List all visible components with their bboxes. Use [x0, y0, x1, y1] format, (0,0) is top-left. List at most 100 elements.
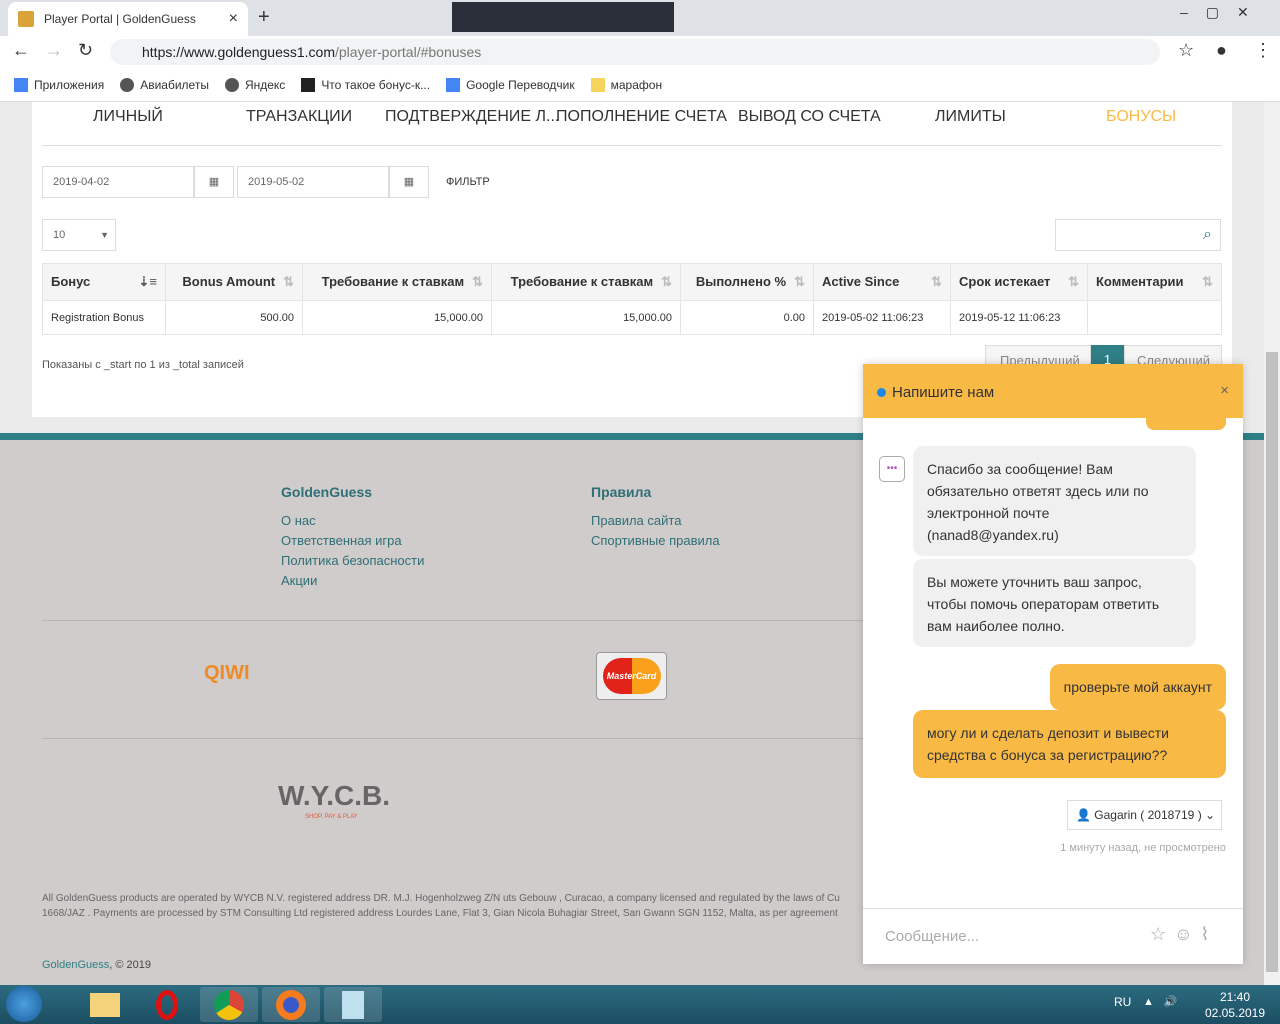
start-button[interactable] [6, 986, 42, 1022]
new-tab-button[interactable]: + [258, 6, 270, 29]
wycb-logo: W.Y.C.B. [278, 780, 391, 811]
table-header-row: Бонус ⇣≡ Bonus Amount ⇅ Требование к ставк… [42, 263, 1222, 301]
search-input[interactable]: ⌕ [1055, 219, 1221, 251]
bookmark-label: Авиабилеты [140, 77, 209, 92]
tab-deposit[interactable]: ПОПОЛНЕНИЕ СЧЕТА [556, 108, 727, 146]
legal-text: All GoldenGuess products are operated by… [42, 893, 840, 919]
chat-message: могу ли и сделать депозит и вывести сред… [913, 710, 1226, 778]
profile-icon[interactable]: ● [1216, 40, 1227, 61]
column-header[interactable]: Требование к ставкам ⇅ [491, 263, 681, 301]
other-window-tab[interactable] [452, 2, 674, 32]
tab-bonuses[interactable]: БОНУСЫ [1106, 108, 1176, 146]
chat-widget: Напишите нам × ••• Спасибо за сообщение! … [863, 364, 1243, 964]
cell-active-since: 2019-05-02 11:06:23 [813, 300, 951, 335]
chrome-icon[interactable] [200, 987, 258, 1022]
bookmark-label: марафон [610, 77, 663, 92]
bonus-table: Бонус ⇣≡ Bonus Amount ⇅ Требование к ставк… [42, 263, 1222, 335]
reload-icon[interactable]: ↻ [78, 40, 93, 61]
menu-icon[interactable]: ⋮ [1254, 40, 1272, 61]
footer-link[interactable]: Спортивные правила [591, 531, 720, 551]
cell-bonus: Registration Bonus [42, 300, 166, 335]
notepad-icon[interactable] [324, 987, 382, 1022]
footer-link[interactable]: Правила сайта [591, 511, 720, 531]
nav-divider [42, 145, 1222, 146]
column-header[interactable]: Требование к ставкам ⇅ [302, 263, 492, 301]
column-header[interactable]: Бонус ⇣≡ [42, 263, 166, 301]
address-bar-row: ← → ↻ https://www.goldenguess1.com/playe… [0, 36, 1280, 68]
chat-message: Спасибо за сообщение! Вам обязательно от… [913, 446, 1196, 556]
table-row: Registration Bonus 500.00 15,000.00 15,0… [42, 300, 1222, 335]
clock[interactable]: 21:40 02.05.2019 [1200, 989, 1270, 1021]
window-controls[interactable]: –▢✕ [1180, 4, 1267, 21]
column-header[interactable]: Срок истекает ⇅ [950, 263, 1088, 301]
language-indicator[interactable]: RU [1114, 995, 1131, 1009]
taskbar: RU ▲🔊 21:40 02.05.2019 [0, 985, 1280, 1024]
bookmark[interactable]: Приложения [14, 77, 105, 92]
forward-icon[interactable]: → [45, 40, 63, 61]
close-icon[interactable]: × [1220, 382, 1229, 399]
calendar-icon[interactable]: ▦ [194, 166, 234, 198]
back-icon[interactable]: ← [12, 40, 30, 61]
message-input[interactable]: Сообщение... [885, 928, 979, 945]
column-header[interactable]: Bonus Amount ⇅ [165, 263, 303, 301]
footer-link[interactable]: Политика безопасности [281, 551, 424, 571]
bookmark-label: Приложения [34, 77, 105, 92]
chat-header[interactable]: Напишите нам × [863, 364, 1243, 418]
column-header[interactable]: Выполнено % ⇅ [680, 263, 814, 301]
emoji-icon[interactable]: ☺ [1174, 924, 1200, 944]
footer-link[interactable]: О нас [281, 511, 424, 531]
date-from-input[interactable]: 2019-04-02 [42, 166, 194, 198]
tab-limits[interactable]: ЛИМИТЫ [935, 108, 1006, 146]
bookmark-label: Google Переводчик [466, 77, 575, 92]
firefox-icon[interactable] [262, 987, 320, 1022]
column-header[interactable]: Комментарии ⇅ [1087, 263, 1222, 301]
tab-withdraw[interactable]: ВЫВОД СО СЧЕТА [738, 108, 881, 146]
chat-message: Вы можете уточнить ваш запрос, чтобы пом… [913, 559, 1196, 647]
tab-verification[interactable]: ПОДТВЕРЖДЕНИЕ Л... [385, 108, 559, 146]
cell-expires: 2019-05-12 11:06:23 [950, 300, 1088, 335]
rate-icon[interactable]: ☆ [1150, 924, 1174, 944]
url-input[interactable]: https://www.goldenguess1.com/player-port… [110, 39, 1160, 65]
footer-heading: GoldenGuess [281, 484, 373, 500]
tray-icons[interactable]: ▲🔊 [1143, 995, 1188, 1008]
date-to-input[interactable]: 2019-05-02 [237, 166, 389, 198]
tab-personal[interactable]: ЛИЧНЫЙ [93, 108, 163, 146]
bookmark[interactable]: Что такое бонус-к... [301, 77, 431, 92]
calendar-icon[interactable]: ▦ [389, 166, 429, 198]
browser-tab[interactable]: Player Portal | GoldenGuess × [8, 2, 248, 36]
cell-wager: 15,000.00 [491, 300, 681, 335]
footer-link[interactable]: Ответственная игра [281, 531, 424, 551]
chat-title: Напишите нам [892, 384, 995, 401]
opera-icon[interactable] [138, 987, 196, 1022]
brand-link[interactable]: GoldenGuess [42, 959, 109, 971]
page-size-value: 10 [53, 229, 66, 241]
page-size-select[interactable]: 10 ▼ [42, 219, 116, 251]
bookmark[interactable]: Авиабилеты [120, 77, 209, 92]
bookmark[interactable]: Яндекс [224, 77, 285, 92]
tab-strip: Player Portal | GoldenGuess × + –▢✕ [0, 0, 1280, 36]
column-header[interactable]: Active Since ⇅ [813, 263, 951, 301]
explorer-icon[interactable] [76, 987, 134, 1022]
copyright: GoldenGuess, © 2019 [42, 959, 152, 971]
scrollbar[interactable] [1264, 102, 1280, 985]
message-status: 1 минуту назад, не просмотрено [1060, 842, 1226, 854]
close-tab-icon[interactable]: × [229, 10, 238, 28]
tab-transactions[interactable]: ТРАНЗАКЦИИ [246, 108, 352, 146]
url-path: /player-portal/#bonuses [335, 44, 482, 60]
footer-link[interactable]: Акции [281, 571, 424, 591]
cell-comment [1087, 300, 1222, 335]
search-icon[interactable]: ⌕ [1203, 220, 1212, 250]
account-label: Gagarin ( 2018719 ) [1094, 808, 1202, 822]
bookmark-label: Что такое бонус-к... [321, 77, 431, 92]
account-select[interactable]: 👤 Gagarin ( 2018719 ) ⌄ [1067, 800, 1222, 830]
qiwi-logo: QIWI [204, 662, 250, 684]
bookmark[interactable]: Google Переводчик [446, 77, 575, 92]
bookmarks-bar: Приложения Авиабилеты Яндекс Что такое б… [0, 68, 1280, 102]
chat-message: проверьте мой аккаунт [1049, 664, 1226, 710]
star-icon[interactable]: ☆ [1178, 40, 1194, 61]
filter-button[interactable]: ФИЛЬТР [446, 176, 490, 188]
attach-icon[interactable]: ⌇ [1201, 924, 1218, 944]
bookmark[interactable]: марафон [590, 77, 663, 92]
cell-completed: 0.00 [680, 300, 814, 335]
bot-avatar-icon: ••• [879, 456, 905, 482]
